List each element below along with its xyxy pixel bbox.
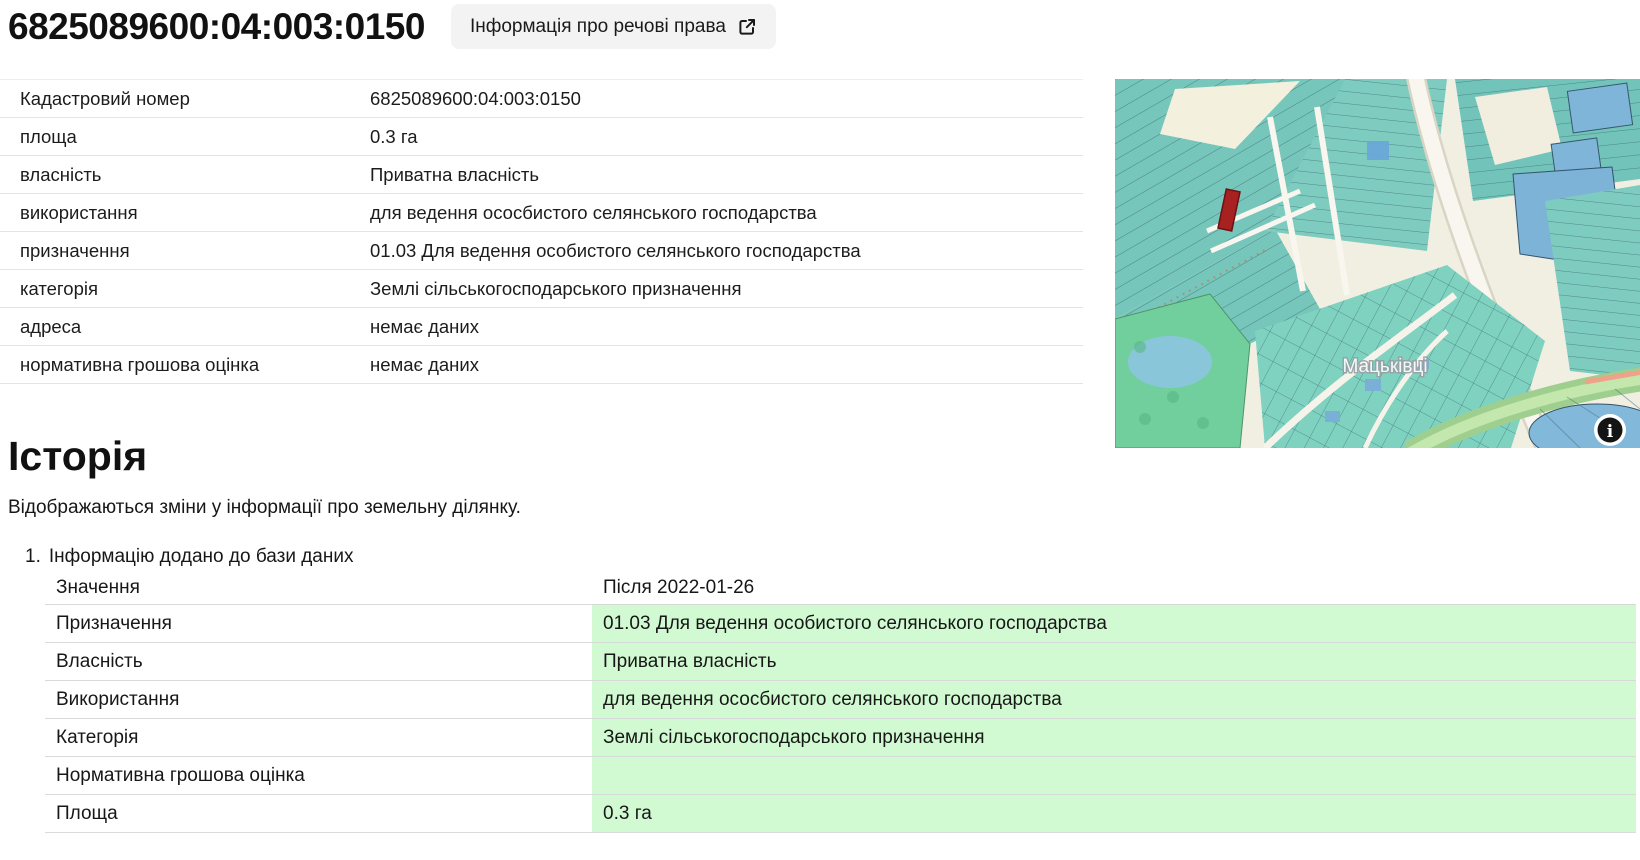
history-table-header: Значення Після 2022-01-26 — [45, 571, 1636, 604]
history-entry-head: 1. Інформацію додано до бази даних — [25, 546, 1640, 568]
history-section: Історія Відображаються зміни у інформаці… — [0, 433, 1640, 833]
history-row-value: 01.03 Для ведення особистого селянського… — [592, 605, 1636, 642]
table-row: нормативна грошова оцінка немає даних — [0, 346, 1083, 384]
table-row: Категорія Землі сільськогосподарського п… — [45, 718, 1636, 756]
table-row: Використання для ведення ососбистого сел… — [45, 680, 1636, 718]
info-value: Приватна власність — [370, 163, 539, 185]
table-row: площа 0.3 га — [0, 118, 1083, 156]
history-row-value: Землі сільськогосподарського призначення — [592, 719, 1636, 756]
info-value: для ведення ососбистого селянського госп… — [370, 201, 817, 223]
info-label: використання — [20, 201, 138, 223]
info-label: нормативна грошова оцінка — [20, 353, 260, 375]
table-row: власність Приватна власність — [0, 156, 1083, 194]
cadastral-map[interactable]: Мацьківці i — [1115, 79, 1640, 448]
history-row-label: Площа — [45, 795, 592, 832]
info-label: власність — [20, 163, 102, 185]
page-title: 6825089600:04:003:0150 — [8, 5, 425, 47]
table-row: призначення 01.03 Для ведення особистого… — [0, 232, 1083, 270]
history-entry: 1. Інформацію додано до бази даних Значе… — [25, 546, 1640, 833]
cadastral-parcel-page: 6825089600:04:003:0150 Інформація про ре… — [0, 0, 1640, 860]
history-row-value: для ведення ососбистого селянського госп… — [592, 681, 1636, 718]
table-row: категорія Землі сільськогосподарського п… — [0, 270, 1083, 308]
history-header-label: Значення — [56, 576, 140, 598]
table-row: Кадастровий номер 6825089600:04:003:0150 — [0, 79, 1083, 118]
history-table: Значення Після 2022-01-26 Призначення 01… — [45, 571, 1636, 833]
info-value: Землі сільськогосподарського призначення — [370, 277, 742, 299]
history-row-value — [592, 757, 1636, 794]
history-row-label: Категорія — [45, 719, 592, 756]
property-rights-button-label: Інформація про речові права — [469, 15, 726, 37]
history-header-date: Після 2022-01-26 — [603, 576, 755, 598]
info-value: 01.03 Для ведення особистого селянського… — [370, 239, 861, 261]
history-description: Відображаються зміни у інформації про зе… — [8, 497, 521, 518]
info-label: площа — [20, 125, 77, 147]
table-row: Нормативна грошова оцінка — [45, 756, 1636, 794]
table-row: Власність Приватна власність — [45, 642, 1636, 680]
history-row-value: Приватна власність — [592, 643, 1636, 680]
info-label: Кадастровий номер — [20, 87, 190, 109]
history-heading: Історія — [8, 433, 148, 479]
info-label: призначення — [20, 239, 130, 261]
property-rights-button[interactable]: Інформація про речові права — [450, 4, 776, 49]
history-row-label: Нормативна грошова оцінка — [45, 757, 592, 794]
history-row-value: 0.3 га — [592, 795, 1636, 832]
info-label: категорія — [20, 277, 98, 299]
info-value: немає даних — [370, 353, 479, 375]
history-row-label: Власність — [45, 643, 592, 680]
history-row-label: Призначення — [45, 605, 592, 642]
title-row: 6825089600:04:003:0150 Інформація про ре… — [8, 4, 776, 49]
info-value: 0.3 га — [370, 125, 418, 147]
history-entry-title: Інформацію додано до бази даних — [48, 546, 354, 567]
info-value: 6825089600:04:003:0150 — [370, 87, 581, 109]
table-row: Площа 0.3 га — [45, 794, 1636, 832]
external-link-icon — [737, 17, 757, 37]
parcel-info-table: Кадастровий номер 6825089600:04:003:0150… — [0, 79, 1083, 384]
table-row: Призначення 01.03 Для ведення особистого… — [45, 604, 1636, 642]
table-row: використання для ведення ососбистого сел… — [0, 194, 1083, 232]
info-label: адреса — [20, 315, 82, 337]
table-row: адреса немає даних — [0, 308, 1083, 346]
history-row-label: Використання — [45, 681, 592, 718]
history-entry-number: 1. — [25, 546, 41, 567]
map-place-label: Мацьківці — [1342, 356, 1427, 377]
info-value: немає даних — [370, 315, 479, 337]
